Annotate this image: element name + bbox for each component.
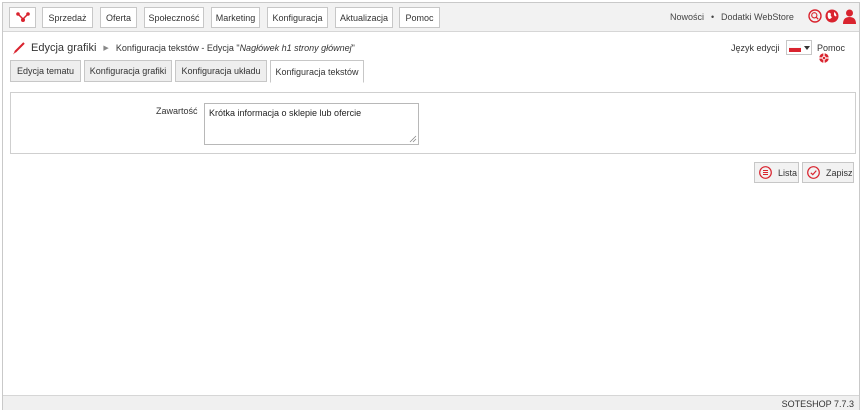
content-textarea[interactable]: Krótka informacja o sklepie lub ofercie bbox=[204, 103, 419, 145]
breadcrumb: Edycja grafiki ▶ Konfiguracja tekstów - … bbox=[12, 41, 355, 55]
top-navigation: Sprzedaż Oferta Społeczność Marketing Ko… bbox=[3, 3, 859, 32]
list-label: Lista bbox=[778, 167, 798, 178]
content-form-panel: Zawartość Krótka informacja o sklepie lu… bbox=[10, 92, 856, 154]
brush-icon bbox=[13, 41, 25, 54]
logo-button[interactable] bbox=[9, 7, 36, 28]
nav-item-configuration[interactable]: Konfiguracja bbox=[267, 7, 328, 28]
breadcrumb-arrow-icon: ▶ bbox=[103, 45, 109, 52]
nav-item-update[interactable]: Aktualizacja bbox=[335, 7, 393, 28]
check-icon bbox=[807, 166, 820, 179]
resize-grip-icon[interactable] bbox=[408, 134, 417, 143]
tab-theme-edit[interactable]: Edycja tematu bbox=[10, 60, 81, 82]
language-select[interactable] bbox=[786, 40, 812, 55]
nav-item-marketing[interactable]: Marketing bbox=[211, 7, 260, 28]
nav-item-community[interactable]: Społeczność bbox=[144, 7, 204, 28]
breadcrumb-page-suffix: " bbox=[351, 43, 355, 53]
version-label: SOTESHOP 7.7.3 bbox=[781, 399, 854, 409]
nav-item-help[interactable]: Pomoc bbox=[399, 7, 440, 28]
user-icon[interactable] bbox=[843, 9, 856, 24]
nav-separator: • bbox=[711, 12, 715, 22]
save-label: Zapisz bbox=[826, 167, 853, 178]
tab-texts-config[interactable]: Konfiguracja tekstów bbox=[270, 60, 364, 83]
app-frame: Sprzedaż Oferta Społeczność Marketing Ko… bbox=[2, 2, 860, 410]
tab-layout-config[interactable]: Konfiguracja układu bbox=[175, 60, 267, 82]
logo-icon bbox=[15, 12, 30, 22]
help-icon bbox=[819, 53, 829, 63]
help-link[interactable]: Pomoc bbox=[817, 43, 859, 64]
footer: SOTESHOP 7.7.3 bbox=[3, 395, 859, 410]
content-label: Zawartość bbox=[156, 106, 198, 116]
globe-icon[interactable] bbox=[825, 9, 839, 23]
list-button[interactable]: Lista bbox=[754, 162, 799, 183]
news-link[interactable]: Nowości bbox=[670, 12, 704, 22]
tab-graphics-config[interactable]: Konfiguracja grafiki bbox=[84, 60, 172, 82]
breadcrumb-section[interactable]: Edycja grafiki bbox=[31, 42, 96, 54]
nav-item-sales[interactable]: Sprzedaż bbox=[42, 7, 93, 28]
help-label: Pomoc bbox=[817, 43, 846, 53]
list-icon bbox=[759, 166, 772, 179]
save-button[interactable]: Zapisz bbox=[802, 162, 854, 183]
breadcrumb-page-prefix: Konfiguracja tekstów - Edycja " bbox=[115, 43, 240, 53]
nav-item-offer[interactable]: Oferta bbox=[100, 7, 137, 28]
flag-pl-icon bbox=[788, 43, 801, 52]
search-icon[interactable] bbox=[808, 9, 822, 23]
language-label: Język edycji bbox=[731, 43, 780, 53]
breadcrumb-page-item: Nagłówek h1 strony głównej bbox=[239, 43, 352, 53]
addons-link[interactable]: Dodatki WebStore bbox=[721, 12, 794, 22]
chevron-down-icon bbox=[803, 45, 810, 50]
